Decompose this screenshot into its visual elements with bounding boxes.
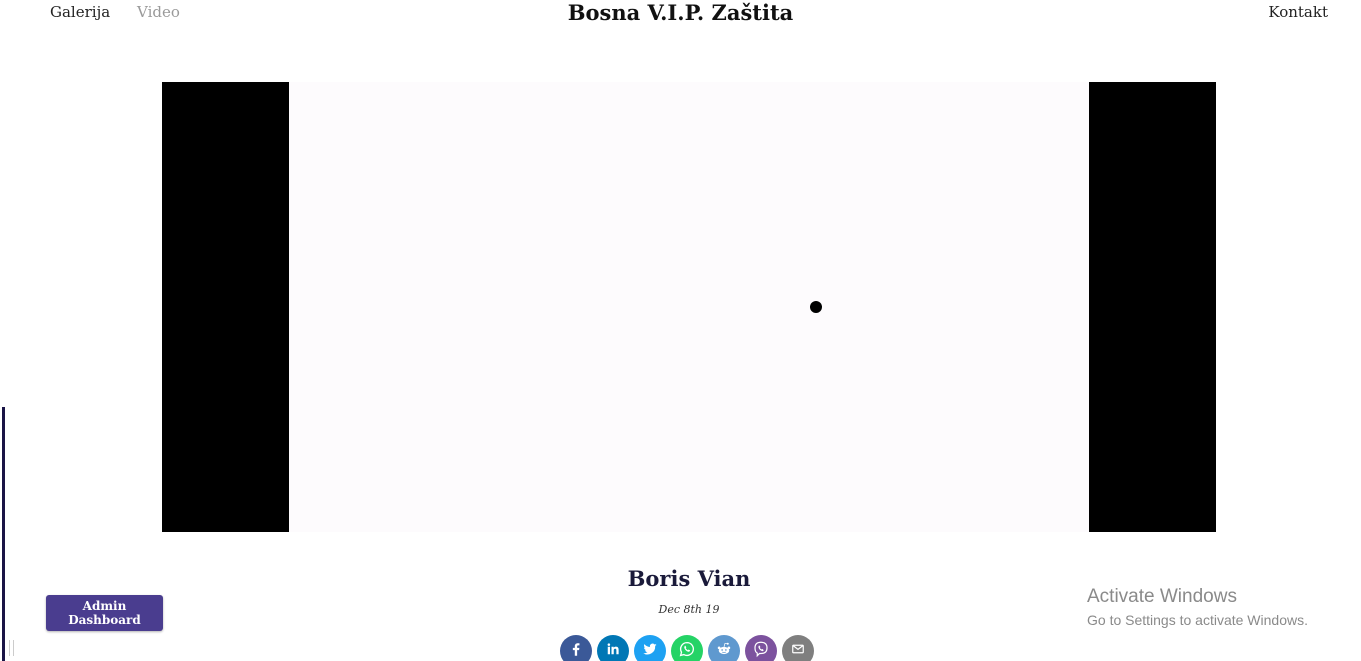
nav-link-kontakt[interactable]: Kontakt: [1268, 3, 1328, 21]
scroll-handle[interactable]: [9, 640, 14, 656]
loading-spinner-icon: [810, 301, 822, 313]
share-facebook-button[interactable]: [560, 635, 592, 661]
scroll-progress-bar: [2, 407, 5, 661]
share-viber-button[interactable]: [745, 635, 777, 661]
video-frame[interactable]: [289, 82, 1089, 532]
share-whatsapp-button[interactable]: [671, 635, 703, 661]
share-linkedin-button[interactable]: [597, 635, 629, 661]
share-twitter-button[interactable]: [634, 635, 666, 661]
site-title[interactable]: Bosna V.I.P. Zaštita: [0, 0, 1361, 25]
viber-icon: [754, 641, 768, 658]
video-player[interactable]: [162, 82, 1216, 532]
share-email-button[interactable]: [782, 635, 814, 661]
linkedin-icon: [607, 643, 619, 655]
share-buttons: [560, 635, 814, 661]
admin-dashboard-button[interactable]: Admin Dashboard: [46, 595, 163, 631]
activate-windows-watermark: Activate Windows Go to Settings to activ…: [1087, 585, 1308, 630]
facebook-icon: [572, 643, 580, 656]
page: Galerija Video Bosna V.I.P. Zaštita Kont…: [0, 0, 1361, 661]
twitter-icon: [643, 643, 657, 655]
share-reddit-button[interactable]: [708, 635, 740, 661]
watermark-subtitle: Go to Settings to activate Windows.: [1087, 612, 1308, 628]
watermark-title: Activate Windows: [1087, 586, 1237, 607]
email-icon: [792, 644, 804, 654]
reddit-icon: [717, 642, 731, 655]
whatsapp-icon: [679, 641, 695, 657]
